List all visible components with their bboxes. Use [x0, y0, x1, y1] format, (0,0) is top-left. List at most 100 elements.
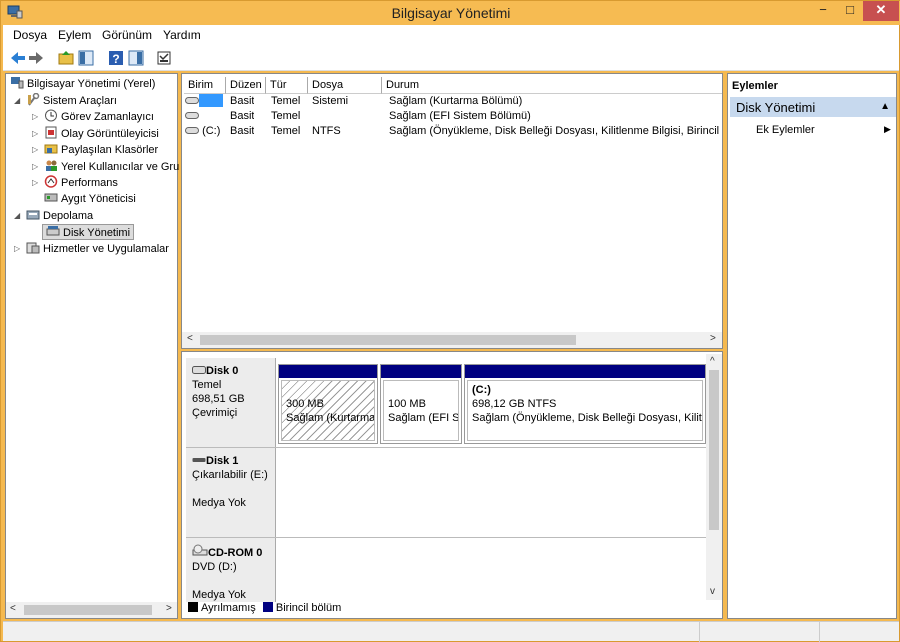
- scrollbar-thumb[interactable]: [709, 370, 719, 530]
- tree-item-performance[interactable]: Performans: [44, 175, 118, 191]
- collapse-arrow-icon[interactable]: ◢: [14, 96, 20, 105]
- storage-icon: [26, 210, 40, 220]
- expand-arrow-icon[interactable]: ▷: [32, 178, 38, 187]
- type-cell: Temel: [271, 95, 301, 107]
- tree-label: Yerel Kullanıcılar ve Gru: [61, 161, 180, 173]
- disk-kind: DVD (D:): [192, 561, 237, 573]
- scrollbar-thumb[interactable]: [200, 335, 576, 345]
- disk-info[interactable]: Disk 1 Çıkarılabilir (E:) Medya Yok: [186, 448, 276, 537]
- action-more-actions[interactable]: Ek Eylemler: [756, 124, 815, 136]
- help-icon[interactable]: ?: [107, 49, 125, 67]
- type-cell: Temel: [271, 110, 301, 122]
- partition-efi[interactable]: 100 MB Sağlam (EFI Si:: [380, 364, 462, 444]
- disk-row-cdrom0[interactable]: CD-ROM 0 DVD (D:) Medya Yok: [186, 538, 706, 602]
- disk-management-icon: [46, 226, 60, 236]
- collapse-arrow-icon[interactable]: ◢: [14, 211, 20, 220]
- expand-arrow-icon[interactable]: ▷: [32, 162, 38, 171]
- event-viewer-icon: [45, 126, 57, 139]
- close-button[interactable]: ✕: [863, 1, 899, 21]
- layout-cell: Basit: [230, 110, 255, 122]
- menu-eylem[interactable]: Eylem: [58, 28, 91, 42]
- scroll-down-icon[interactable]: v: [710, 586, 715, 597]
- menu-gorunum[interactable]: Görünüm: [102, 28, 152, 42]
- partition-status: Sağlam (Kurtarma: [286, 412, 375, 424]
- list-horizontal-scrollbar[interactable]: < >: [182, 332, 722, 348]
- back-arrow-icon[interactable]: [9, 49, 27, 67]
- column-header-dosya-sistemi[interactable]: Dosya Sistemi: [308, 77, 382, 107]
- volume-cell: (C:): [185, 124, 220, 139]
- expand-arrow-icon[interactable]: ▷: [32, 112, 38, 121]
- partition-body: (C:) 698,12 GB NTFS Sağlam (Önyükleme, Dis…: [467, 380, 703, 441]
- disk-state: Çevrimiçi: [192, 407, 238, 419]
- tree-item-disk-management[interactable]: Disk Yönetimi: [42, 224, 135, 240]
- partition-size: 698,12 GB NTFS: [472, 398, 557, 410]
- volume-list: Birim Düzen Tür Dosya Sistemi Durum Basi…: [181, 73, 723, 349]
- tree-item-system-tools[interactable]: Sistem Araçları: [26, 93, 117, 109]
- tree-label: Hizmetler ve Uygulamalar: [43, 243, 169, 255]
- disk-info[interactable]: Disk 0 Temel 698,51 GB Çevrimiçi: [186, 358, 276, 447]
- partition-label: (C:): [472, 384, 491, 396]
- app-window: Bilgisayar Yönetimi − □ ✕ Dosya Eylem Gö…: [0, 0, 900, 642]
- minimize-button[interactable]: −: [809, 1, 837, 21]
- expand-arrow-icon[interactable]: ▷: [14, 244, 20, 253]
- tree-item-event-viewer[interactable]: Olay Görüntüleyicisi: [44, 126, 159, 142]
- disk-state: Medya Yok: [192, 497, 246, 509]
- legend-primary: Birincil bölüm: [275, 602, 342, 614]
- up-folder-icon[interactable]: [57, 49, 75, 67]
- disk-name: CD-ROM 0: [208, 547, 263, 559]
- tree-item-storage[interactable]: Depolama: [26, 208, 93, 224]
- column-header-birim[interactable]: Birim: [184, 77, 226, 94]
- actions-pane: Eylemler Disk Yönetimi ▲ Ek Eylemler ▶: [727, 73, 897, 619]
- actions-header: Eylemler: [732, 80, 778, 92]
- maximize-button[interactable]: □: [837, 1, 863, 21]
- column-header-tur[interactable]: Tür: [266, 77, 308, 94]
- tree-item-device-manager[interactable]: Aygıt Yöneticisi: [44, 191, 136, 207]
- tree-item-task-scheduler[interactable]: Görev Zamanlayıcı: [44, 109, 154, 125]
- tree-item-local-users[interactable]: Yerel Kullanıcılar ve Gru: [44, 159, 179, 175]
- disk-view-vertical-scrollbar[interactable]: ^ v: [706, 354, 722, 600]
- column-header-durum[interactable]: Durum: [382, 77, 722, 94]
- menu-dosya[interactable]: Dosya: [13, 28, 47, 42]
- actions-section-disk-management[interactable]: Disk Yönetimi ▲: [730, 97, 896, 117]
- disk-kind: Çıkarılabilir (E:): [192, 469, 268, 481]
- tools-icon: [28, 93, 40, 106]
- forward-arrow-icon[interactable]: [27, 49, 45, 67]
- scroll-up-icon[interactable]: ^: [710, 356, 715, 367]
- submenu-arrow-icon[interactable]: ▶: [884, 124, 891, 135]
- action-label: Ek Eylemler: [756, 124, 815, 136]
- volume-icon: [185, 127, 199, 134]
- selected-volume-name: [199, 94, 223, 107]
- tree-label: Performans: [61, 177, 118, 189]
- menu-yardim[interactable]: Yardım: [163, 28, 201, 42]
- action-pane-icon[interactable]: [127, 49, 145, 67]
- partition-recovery[interactable]: 300 MB Sağlam (Kurtarma: [278, 364, 378, 444]
- tree-item-shared-folders[interactable]: Paylaşılan Klasörler: [44, 142, 158, 158]
- scroll-right-icon[interactable]: >: [710, 333, 716, 344]
- properties-icon[interactable]: [155, 49, 173, 67]
- partition-c[interactable]: (C:) 698,12 GB NTFS Sağlam (Önyükleme, Dis…: [464, 364, 706, 444]
- expand-arrow-icon[interactable]: ▷: [32, 145, 38, 154]
- column-header-duzen[interactable]: Düzen: [226, 77, 266, 94]
- disk-name: Disk 1: [206, 455, 239, 467]
- status-bar: [3, 621, 899, 642]
- performance-icon: [44, 175, 58, 188]
- tree-horizontal-scrollbar[interactable]: < >: [6, 602, 177, 618]
- disk-row-disk0[interactable]: Disk 0 Temel 698,51 GB Çevrimiçi 300 MB S…: [186, 358, 706, 448]
- tree-label: Görev Zamanlayıcı: [61, 111, 154, 123]
- title-bar[interactable]: Bilgisayar Yönetimi − □ ✕: [1, 1, 900, 25]
- volume-cell: [185, 109, 199, 124]
- disk-info[interactable]: CD-ROM 0 DVD (D:) Medya Yok: [186, 538, 276, 602]
- disk-row-disk1[interactable]: Disk 1 Çıkarılabilir (E:) Medya Yok: [186, 448, 706, 538]
- tree-item-root[interactable]: Bilgisayar Yönetimi (Yerel): [10, 76, 155, 92]
- scroll-left-icon[interactable]: <: [10, 603, 16, 614]
- scroll-right-icon[interactable]: >: [166, 603, 172, 614]
- console-tree: Bilgisayar Yönetimi (Yerel) ◢ Sistem Ara…: [5, 73, 179, 619]
- scrollbar-thumb[interactable]: [24, 605, 152, 615]
- type-cell: Temel: [271, 125, 301, 137]
- partition-status: Sağlam (Önyükleme, Disk Belleği Dosyası,…: [472, 412, 703, 424]
- show-hide-tree-icon[interactable]: [77, 49, 95, 67]
- tree-item-services[interactable]: Hizmetler ve Uygulamalar: [26, 241, 169, 257]
- expand-arrow-icon[interactable]: ▷: [32, 129, 38, 138]
- collapse-triangle-icon[interactable]: ▲: [880, 101, 890, 112]
- scroll-left-icon[interactable]: <: [187, 333, 193, 344]
